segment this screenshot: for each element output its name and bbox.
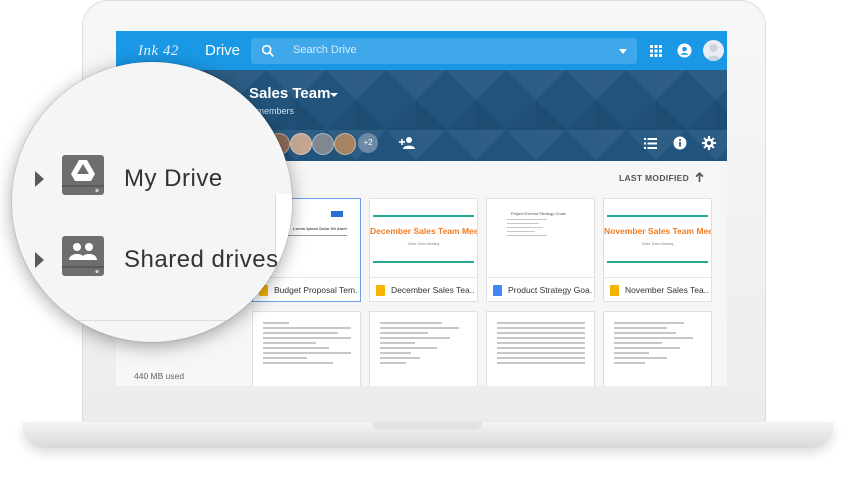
file-card[interactable]: December Sales Team Meeting Sales Team M…	[369, 198, 478, 302]
shared-drives-icon	[62, 236, 104, 276]
file-footer: Product Strategy Goa...	[487, 277, 594, 302]
file-card[interactable]	[252, 311, 361, 386]
file-title: December Sales Tea...	[391, 285, 475, 295]
slide-accent-bar	[607, 261, 708, 263]
storage-used: 440 MB used	[134, 371, 185, 381]
divider	[12, 320, 292, 321]
member-avatar[interactable]	[334, 133, 356, 155]
sidebar-item-label: My Drive	[124, 165, 223, 192]
slide-accent-bar	[607, 215, 708, 217]
file-title: November Sales Tea...	[625, 285, 709, 295]
thumb-heading: November Sales Team Meeting	[604, 226, 711, 236]
member-avatar[interactable]	[312, 133, 334, 155]
sort-label[interactable]: LAST MODIFIED	[619, 173, 689, 183]
slide-accent-bar	[373, 215, 474, 217]
apps-grid-icon[interactable]	[650, 45, 662, 57]
logo[interactable]: Ink 42	[138, 43, 179, 60]
sidebar-item-my-drive[interactable]: My Drive	[12, 143, 292, 213]
file-thumbnail	[614, 322, 702, 367]
search-placeholder: Search Drive	[293, 44, 357, 56]
file-title: Product Strategy Goa...	[508, 285, 592, 295]
sidebar-item-shared-drives[interactable]: Shared drives	[12, 224, 292, 294]
file-thumbnail: Project Everest Strategy Goals	[487, 199, 594, 277]
file-card[interactable]: Project Everest Strategy Goals Product S…	[486, 198, 595, 302]
file-card[interactable]	[603, 311, 712, 386]
file-thumbnail: December Sales Team Meeting Sales Team M…	[370, 199, 477, 277]
thumb-subtitle: Sales Team Meeting	[641, 242, 674, 246]
file-card[interactable]	[369, 311, 478, 386]
file-thumbnail	[497, 322, 585, 367]
more-members-badge[interactable]: +2	[358, 133, 378, 153]
search-icon[interactable]	[260, 43, 276, 59]
slide-accent-bar	[373, 261, 474, 263]
drive-icon	[62, 155, 104, 195]
settings-icon[interactable]	[702, 136, 716, 150]
file-footer: November Sales Tea...	[604, 277, 711, 302]
notifications-icon[interactable]	[677, 43, 692, 58]
file-thumbnail: November Sales Team Meeting Sales Team M…	[604, 199, 711, 277]
search-options-icon[interactable]	[619, 49, 627, 54]
list-view-icon[interactable]	[644, 138, 657, 149]
add-member-icon[interactable]	[399, 136, 415, 150]
sidebar-item-label: Shared drives	[124, 246, 279, 273]
app-name[interactable]: Drive	[205, 42, 240, 59]
file-card[interactable]: November Sales Team Meeting Sales Team M…	[603, 198, 712, 302]
thumb-heading: Lorem Ipsum Dolor Sit Amet	[293, 226, 347, 231]
magnifier-callout: My Drive Shared drives	[12, 62, 292, 342]
user-avatar[interactable]	[703, 40, 724, 61]
laptop-notch	[372, 422, 482, 430]
docs-file-icon	[493, 285, 502, 296]
member-avatar[interactable]	[290, 133, 312, 155]
file-thumbnail	[380, 322, 468, 367]
thumb-heading: December Sales Team Meeting	[370, 226, 477, 236]
slides-file-icon	[376, 285, 385, 296]
team-name[interactable]: Sales Team	[249, 85, 330, 102]
team-menu-caret-icon[interactable]	[330, 93, 338, 97]
slides-file-icon	[610, 285, 619, 296]
file-card[interactable]	[486, 311, 595, 386]
file-thumbnail	[263, 322, 351, 367]
thumb-heading: Project Everest Strategy Goals	[511, 211, 566, 216]
file-footer: December Sales Tea...	[370, 277, 477, 302]
expand-arrow-icon[interactable]	[35, 252, 44, 268]
expand-arrow-icon[interactable]	[35, 171, 44, 187]
thumb-subtitle: Sales Team Meeting	[407, 242, 440, 246]
search-input[interactable]: Search Drive	[251, 38, 637, 64]
top-bar: Ink 42 Drive Search Drive	[116, 31, 727, 70]
sort-direction-icon[interactable]	[695, 172, 704, 182]
info-icon[interactable]	[673, 136, 687, 150]
